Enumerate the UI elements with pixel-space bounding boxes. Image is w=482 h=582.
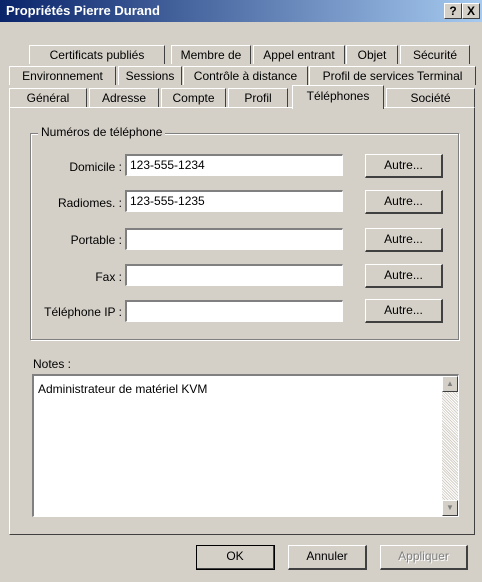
other-button-radiomes[interactable]: Autre... bbox=[365, 190, 443, 214]
tab-telephones[interactable]: Téléphones bbox=[292, 85, 384, 109]
tab-controle-distance[interactable]: Contrôle à distance bbox=[183, 66, 308, 85]
tab-appel-entrant[interactable]: Appel entrant bbox=[253, 45, 345, 64]
field-domicile[interactable]: 123-555-1234 bbox=[125, 154, 343, 176]
notes-scrollbar[interactable]: ▲ ▼ bbox=[442, 376, 458, 516]
tab-sessions[interactable]: Sessions bbox=[118, 66, 182, 85]
label-telephone-ip: Téléphone IP : bbox=[44, 305, 122, 319]
tab-profil[interactable]: Profil bbox=[228, 88, 288, 107]
tab-objet[interactable]: Objet bbox=[346, 45, 398, 64]
label-domicile: Domicile : bbox=[69, 160, 122, 174]
tab-profil-terminal[interactable]: Profil de services Terminal bbox=[309, 66, 476, 85]
group-label: Numéros de téléphone bbox=[38, 125, 166, 139]
cancel-button[interactable]: Annuler bbox=[288, 545, 367, 570]
tab-environnement[interactable]: Environnement bbox=[9, 66, 116, 85]
label-fax: Fax : bbox=[95, 270, 122, 284]
field-fax[interactable] bbox=[125, 264, 343, 286]
apply-button[interactable]: Appliquer bbox=[380, 545, 468, 570]
scroll-down-icon[interactable]: ▼ bbox=[442, 500, 458, 516]
help-button[interactable]: ? bbox=[444, 3, 462, 19]
other-button-telephone-ip[interactable]: Autre... bbox=[365, 299, 443, 323]
window-title: Propriétés Pierre Durand bbox=[6, 3, 160, 18]
other-button-fax[interactable]: Autre... bbox=[365, 264, 443, 288]
tab-societe[interactable]: Société bbox=[386, 88, 475, 107]
tab-securite[interactable]: Sécurité bbox=[400, 45, 470, 64]
tab-general[interactable]: Général bbox=[9, 88, 87, 107]
tab-compte[interactable]: Compte bbox=[161, 88, 226, 107]
other-button-portable[interactable]: Autre... bbox=[365, 228, 443, 252]
tab-certificats[interactable]: Certificats publiés bbox=[29, 45, 165, 64]
title-bar: Propriétés Pierre Durand ? X bbox=[0, 0, 482, 22]
scroll-up-icon[interactable]: ▲ bbox=[442, 376, 458, 392]
close-button[interactable]: X bbox=[462, 3, 480, 19]
tab-adresse[interactable]: Adresse bbox=[89, 88, 159, 107]
notes-textarea[interactable]: Administrateur de matériel KVM ▲ ▼ bbox=[32, 374, 459, 517]
field-telephone-ip[interactable] bbox=[125, 300, 343, 322]
other-button-domicile[interactable]: Autre... bbox=[365, 154, 443, 178]
label-portable: Portable : bbox=[70, 233, 122, 247]
ok-button[interactable]: OK bbox=[196, 545, 275, 570]
label-radiomes: Radiomes. : bbox=[57, 196, 122, 210]
field-portable[interactable] bbox=[125, 228, 343, 250]
notes-text: Administrateur de matériel KVM bbox=[38, 382, 208, 396]
notes-label: Notes : bbox=[33, 357, 72, 371]
tab-membre-de[interactable]: Membre de bbox=[171, 45, 251, 64]
field-radiomes[interactable]: 123-555-1235 bbox=[125, 190, 343, 212]
